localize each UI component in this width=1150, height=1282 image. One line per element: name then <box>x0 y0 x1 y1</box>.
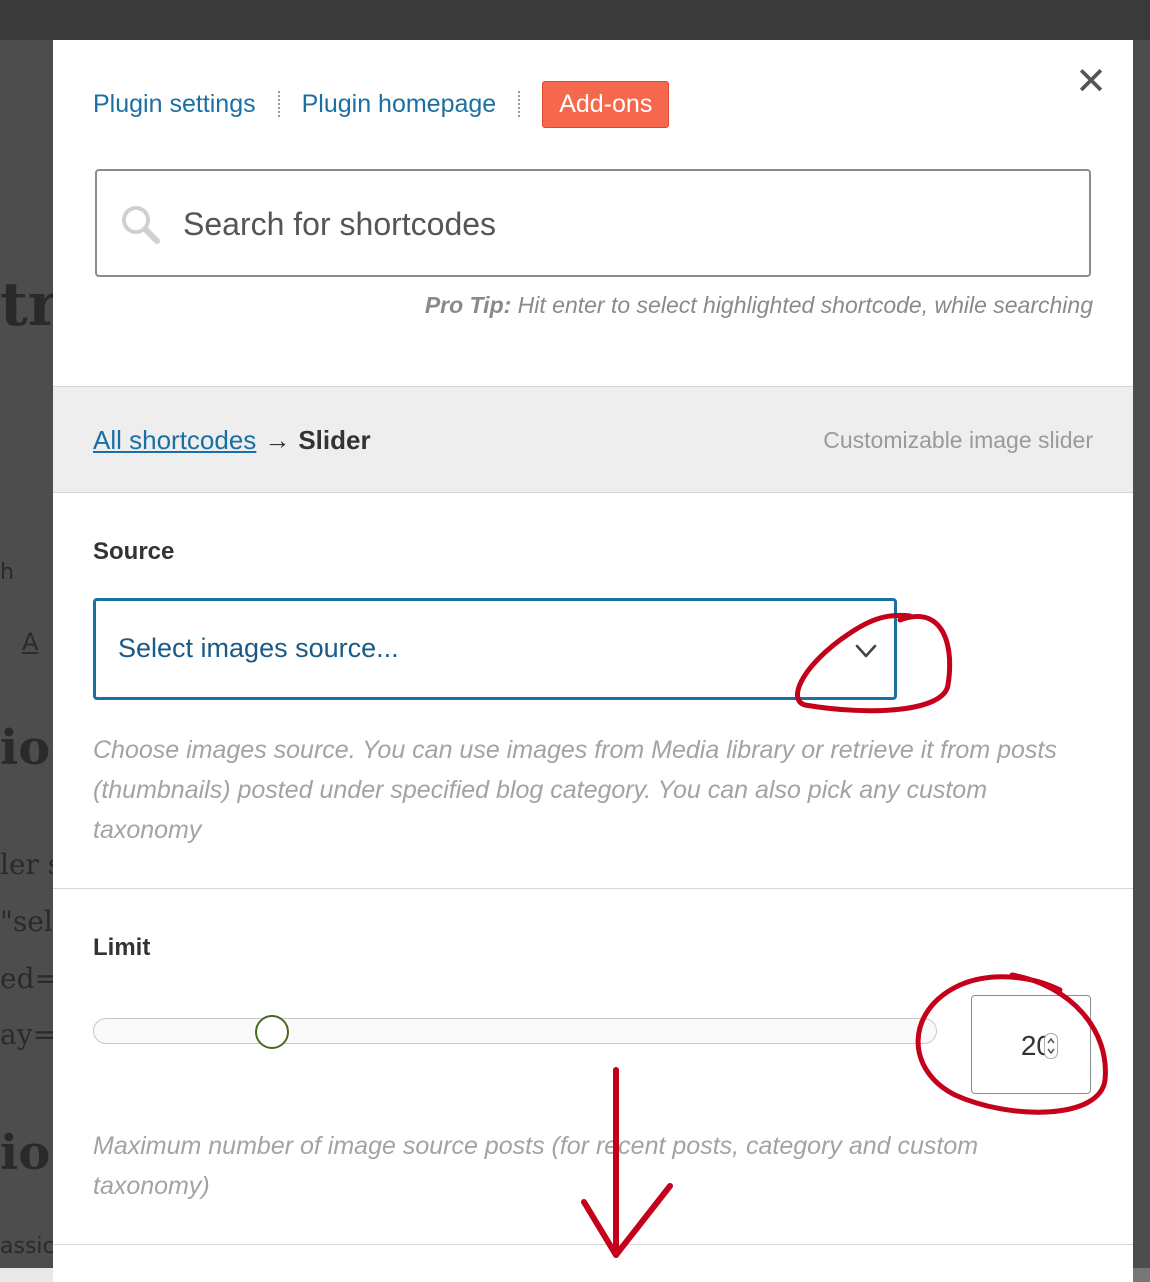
bg-fragment: assic <box>0 1234 55 1259</box>
source-select[interactable]: Select images source... <box>93 598 897 700</box>
breadcrumb: All shortcodes → Slider <box>93 425 371 456</box>
search-input[interactable] <box>181 191 1065 257</box>
bg-fragment: h <box>0 560 14 585</box>
all-shortcodes-link[interactable]: All shortcodes <box>93 425 256 456</box>
pro-tip-text: Hit enter to select highlighted shortcod… <box>511 292 1093 318</box>
stepper-arrows-icon[interactable] <box>1044 1033 1058 1059</box>
plugin-settings-link[interactable]: Plugin settings <box>93 90 256 119</box>
limit-help-text: Maximum number of image source posts (fo… <box>93 1132 979 1200</box>
modal-top-nav: Plugin settings Plugin homepage Add-ons <box>93 80 670 128</box>
source-select-value: Select images source... <box>118 633 399 663</box>
source-label: Source <box>93 538 175 565</box>
nav-separator <box>518 91 521 117</box>
limit-label: Limit <box>93 934 151 961</box>
limit-slider-handle[interactable] <box>255 1015 289 1049</box>
bg-fragment: A <box>22 628 39 656</box>
limit-slider-track[interactable] <box>93 1018 937 1044</box>
shortcode-description: Customizable image slider <box>823 427 1093 453</box>
nav-separator <box>277 91 280 117</box>
breadcrumb-current: Slider <box>298 425 371 455</box>
pro-tip: Pro Tip: Hit enter to select highlighted… <box>425 292 1093 319</box>
search-box <box>95 169 1091 277</box>
addons-button[interactable]: Add-ons <box>542 80 670 128</box>
editor-toolbar <box>0 0 1150 40</box>
bg-fragment: tr <box>0 270 60 340</box>
field-divider <box>53 1244 1133 1245</box>
limit-number-field <box>971 995 1091 1094</box>
breadcrumb-bar: All shortcodes → Slider Customizable ima… <box>53 386 1133 493</box>
field-divider <box>53 888 1133 889</box>
search-icon <box>122 206 160 244</box>
chevron-down-icon <box>855 644 877 658</box>
pro-tip-label: Pro Tip: <box>424 292 512 318</box>
close-icon[interactable]: ✕ <box>1073 63 1109 101</box>
bg-fragment: io <box>0 720 51 776</box>
source-help-text: Choose images source. You can use images… <box>93 736 1057 844</box>
bg-fragment: "sel <box>0 905 53 938</box>
shortcode-modal: ✕ Plugin settings Plugin homepage Add-on… <box>53 40 1133 1282</box>
plugin-homepage-link[interactable]: Plugin homepage <box>302 90 497 119</box>
bg-fragment: io <box>0 1125 51 1181</box>
arrow-right-icon: → <box>264 425 291 455</box>
